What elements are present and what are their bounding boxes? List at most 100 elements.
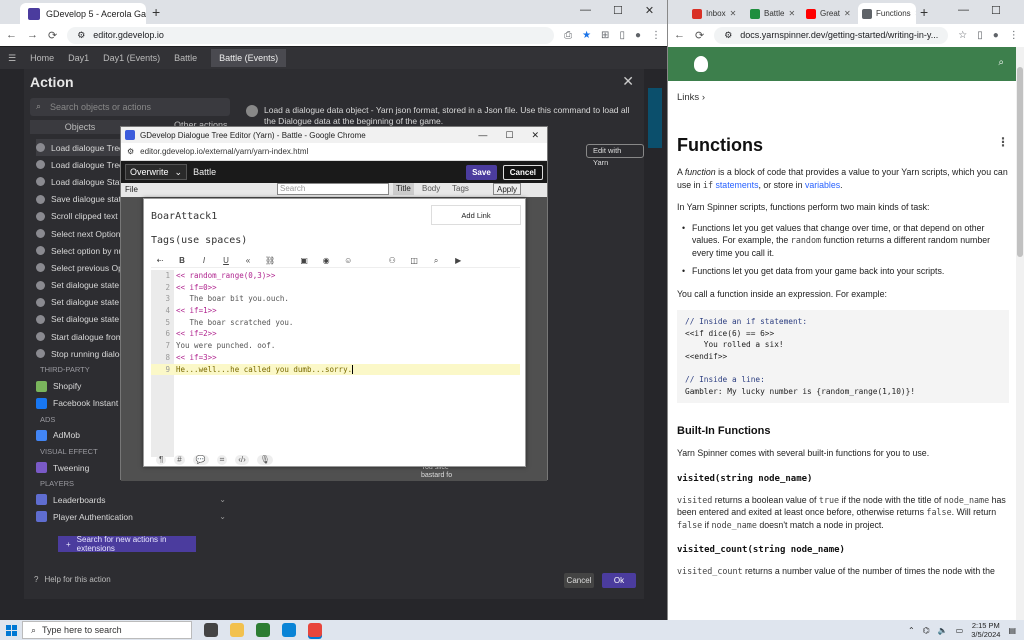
user-icon[interactable]: ⚇ xyxy=(387,256,397,265)
yarnspinner-logo-icon[interactable] xyxy=(694,56,708,72)
microphone-icon[interactable]: 🎙 xyxy=(256,455,273,465)
menu-icon[interactable]: ⋮ xyxy=(651,30,661,41)
more-options-icon[interactable]: ⋮ xyxy=(997,135,1009,156)
close-tab-icon[interactable]: ✕ xyxy=(730,9,737,18)
search-icon[interactable]: ⌕ xyxy=(431,256,441,266)
close-tab-icon[interactable]: ✕ xyxy=(788,9,795,18)
paragraph-icon[interactable]: ¶ xyxy=(156,455,167,465)
file-menu[interactable]: File xyxy=(125,185,138,194)
chevron-down-icon[interactable]: ⌄ xyxy=(219,495,226,504)
editor-tab-battle[interactable]: Battle xyxy=(174,53,197,63)
comment-icon[interactable]: 💬 xyxy=(192,455,209,465)
yarn-address-bar[interactable]: ⚙ editor.gdevelop.io/external/yarn/yarn-… xyxy=(121,143,547,161)
action-search-input[interactable]: ⌕ Search objects or actions xyxy=(30,98,230,116)
save-button[interactable]: Save xyxy=(466,164,497,180)
volume-icon[interactable]: 🔈 xyxy=(938,626,948,635)
search-icon[interactable]: ⌕ xyxy=(998,57,1004,68)
close-tab-icon[interactable]: ✕ xyxy=(844,9,851,18)
undo-icon[interactable]: ⇠ xyxy=(155,256,165,265)
ok-button[interactable]: Ok xyxy=(602,573,636,588)
taskbar-search-input[interactable]: ⌕ Type here to search xyxy=(22,621,192,639)
mode-select[interactable]: Overwrite ⌄ xyxy=(125,164,188,180)
close-tab-icon[interactable]: ✕ xyxy=(915,9,916,18)
close-dialog-icon[interactable]: ✕ xyxy=(622,73,634,90)
hashtag-icon[interactable]: # xyxy=(174,455,185,465)
filter-title[interactable]: Title xyxy=(393,183,414,195)
site-info-icon[interactable]: ⚙ xyxy=(127,147,134,156)
close-window-button[interactable]: ✕ xyxy=(531,130,539,141)
edit-with-yarn-button[interactable]: Edit with Yarn xyxy=(586,144,644,167)
start-button[interactable] xyxy=(0,624,22,636)
statements-link[interactable]: statements xyxy=(715,180,758,190)
maximize-button[interactable]: ☐ xyxy=(613,4,623,17)
tab-gdevelop[interactable]: GDevelop 5 - Acerola Game Jam ✕ xyxy=(20,3,146,24)
network-icon[interactable]: ⌬ xyxy=(923,626,930,635)
chevron-up-icon[interactable]: ⌃ xyxy=(908,626,915,635)
editor-tab-home[interactable]: Home xyxy=(30,53,54,63)
menu-icon[interactable]: ⋮ xyxy=(1009,30,1019,41)
variables-link[interactable]: variables xyxy=(805,180,840,190)
search-extensions-button[interactable]: + Search for new actions in extensions xyxy=(58,535,196,553)
maximize-button[interactable]: ☐ xyxy=(505,130,513,141)
filter-body[interactable]: Body xyxy=(419,183,443,195)
color-icon[interactable]: ◉ xyxy=(321,256,331,265)
sidebar-icon[interactable]: ▯ xyxy=(619,30,625,41)
task-view-icon[interactable] xyxy=(204,623,218,637)
new-tab-button[interactable]: + xyxy=(152,4,160,20)
tab-objects[interactable]: Objects xyxy=(30,120,130,134)
italic-icon[interactable]: I xyxy=(199,256,209,265)
split-view-icon[interactable]: ◫ xyxy=(409,256,419,265)
back-icon[interactable]: ← xyxy=(6,29,17,41)
editor-tab-battle-events[interactable]: Battle (Events) xyxy=(211,49,287,67)
extensions-icon[interactable]: ⊞ xyxy=(601,30,609,41)
back-icon[interactable]: ← xyxy=(674,29,685,41)
edge-icon[interactable] xyxy=(282,623,296,637)
tag-icon[interactable]: ⌗ xyxy=(216,455,228,465)
maximize-button[interactable]: ☐ xyxy=(991,4,1001,17)
reload-icon[interactable]: ⟳ xyxy=(48,29,57,42)
editor-tab-day1[interactable]: Day1 xyxy=(68,53,89,63)
chrome-icon[interactable] xyxy=(308,623,322,637)
hamburger-icon[interactable]: ☰ xyxy=(8,53,16,64)
tab-gmail[interactable]: Inbox ✕ xyxy=(688,3,742,24)
minimize-button[interactable]: — xyxy=(580,4,591,17)
notifications-icon[interactable]: ▤ xyxy=(1008,626,1016,635)
address-bar[interactable]: ⚙ editor.gdevelop.io xyxy=(67,26,555,44)
tab-youtube[interactable]: Great ✕ xyxy=(802,3,856,24)
breadcrumb[interactable]: Links › xyxy=(677,92,1009,103)
bookmark-star-icon[interactable]: ☆ xyxy=(958,30,967,41)
sidebar-icon[interactable]: ▯ xyxy=(977,30,983,41)
site-info-icon[interactable]: ⚙ xyxy=(77,30,85,41)
profile-icon[interactable]: ● xyxy=(993,30,999,41)
code-icon[interactable]: ‹/› xyxy=(235,455,249,465)
minimize-button[interactable]: — xyxy=(478,130,487,141)
clock[interactable]: 2:15 PM 3/5/2024 xyxy=(971,621,1000,639)
editor-tab-day1-events[interactable]: Day1 (Events) xyxy=(103,53,160,63)
forward-icon[interactable]: → xyxy=(27,29,38,41)
tab-battle[interactable]: Battle ✕ xyxy=(746,3,800,24)
emoji-icon[interactable]: ☺ xyxy=(343,256,353,265)
apply-button[interactable]: Apply xyxy=(493,183,522,195)
bookmark-star-icon[interactable]: ★ xyxy=(582,30,591,41)
add-link-button[interactable]: Add Link xyxy=(431,205,521,225)
play-icon[interactable]: ▶ xyxy=(453,256,463,265)
link-icon[interactable]: ⛓ xyxy=(265,256,275,265)
cancel-button[interactable]: Cancel xyxy=(502,164,543,180)
indent-icon[interactable]: « xyxy=(243,256,253,265)
profile-icon[interactable]: ● xyxy=(635,30,641,41)
install-icon[interactable]: ⎙ xyxy=(564,30,572,41)
image-icon[interactable]: ▣ xyxy=(299,256,309,265)
bold-icon[interactable]: B xyxy=(177,256,187,265)
filter-tags[interactable]: Tags xyxy=(449,183,472,195)
tab-functions[interactable]: Functions✕ xyxy=(858,3,916,24)
file-explorer-icon[interactable] xyxy=(230,623,244,637)
scrollbar-thumb[interactable] xyxy=(1017,67,1023,257)
battery-icon[interactable]: ▭ xyxy=(956,626,964,635)
chevron-down-icon[interactable]: ⌄ xyxy=(219,512,226,521)
minimize-button[interactable]: — xyxy=(958,4,969,17)
node-title-input[interactable]: BoarAttack1 xyxy=(151,211,217,222)
list-item-player-auth[interactable]: Player Authentication ⌄ xyxy=(36,508,226,525)
underline-icon[interactable]: U xyxy=(221,256,231,265)
cancel-button[interactable]: Cancel xyxy=(564,573,594,588)
reload-icon[interactable]: ⟳ xyxy=(695,29,704,42)
